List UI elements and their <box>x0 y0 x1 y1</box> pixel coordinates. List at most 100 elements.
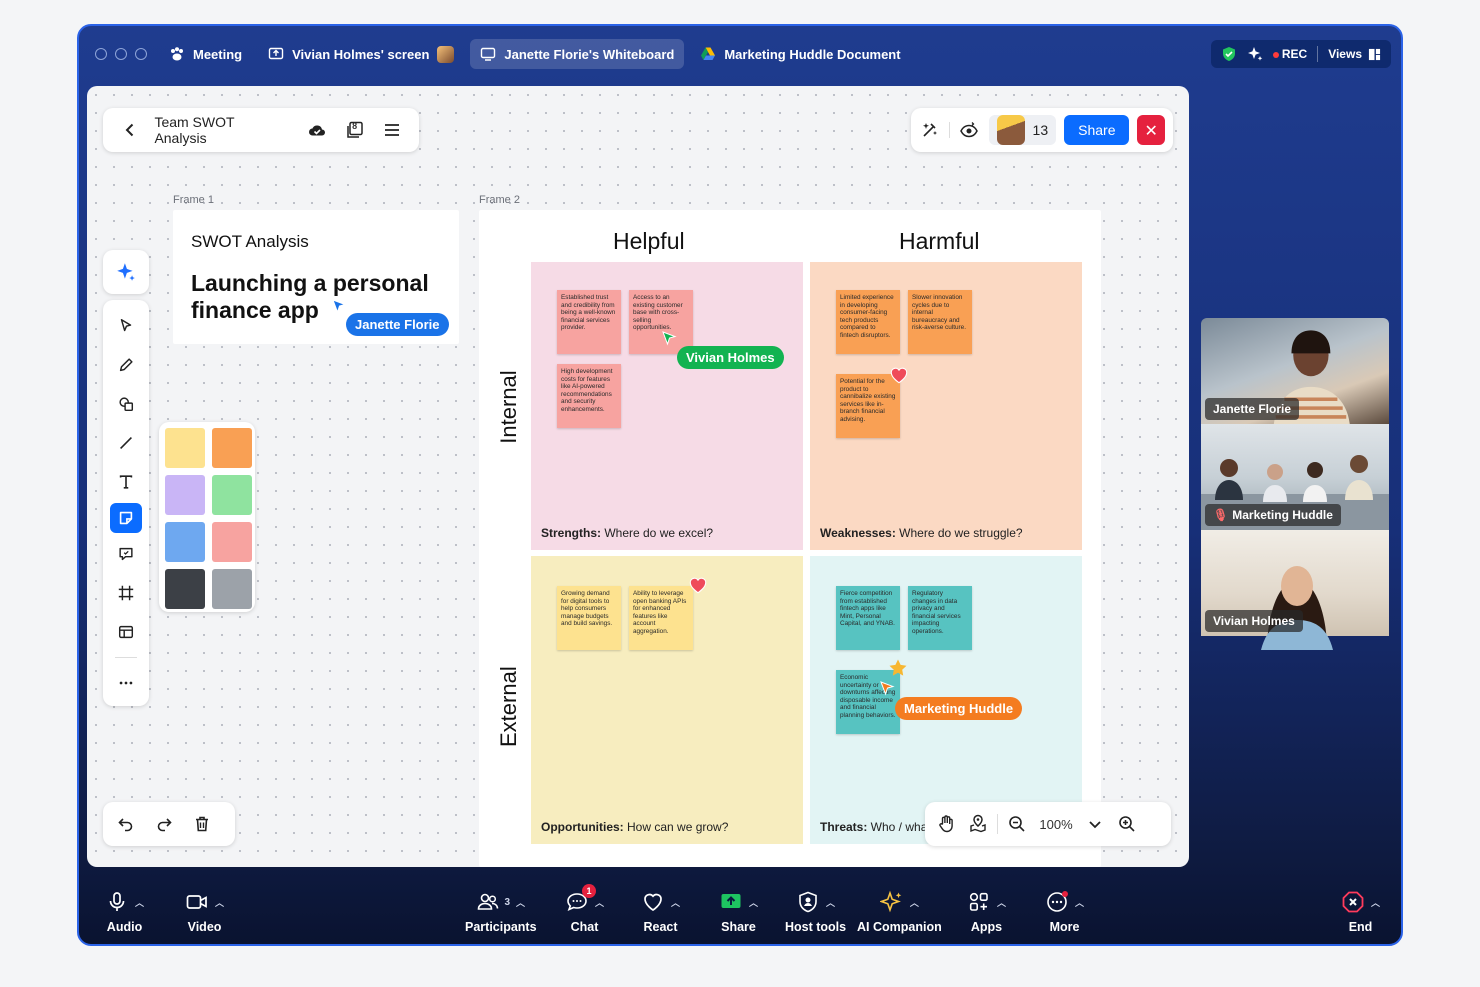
ai-companion-button[interactable]: ︿ AI Companion <box>857 888 942 934</box>
zoom-controls: 100% <box>925 802 1171 846</box>
sticky-note[interactable]: Fierce competition from established fint… <box>836 586 900 650</box>
audio-button[interactable]: ︿ Audio <box>105 888 144 934</box>
sparkle-icon[interactable] <box>1247 46 1263 62</box>
views-label: Views <box>1328 47 1362 61</box>
zoom-in-button[interactable] <box>1114 811 1140 837</box>
chevron-up-icon[interactable]: ︿ <box>671 896 680 909</box>
chevron-up-icon[interactable]: ︿ <box>749 896 758 909</box>
color-swatch[interactable] <box>165 569 205 609</box>
color-swatch[interactable] <box>212 428 252 468</box>
chevron-up-icon[interactable]: ︿ <box>826 896 835 909</box>
follow-view-button[interactable] <box>958 117 980 143</box>
tab-screen-share[interactable]: Vivian Holmes' screen <box>258 39 464 69</box>
ai-tools-button[interactable] <box>919 117 941 143</box>
pen-tool[interactable] <box>110 347 142 383</box>
frame-2-swot-grid[interactable]: Helpful Harmful Internal External Establ… <box>479 210 1101 867</box>
ai-assist-button[interactable] <box>103 250 149 294</box>
end-icon-wrap: ︿ <box>1341 888 1380 916</box>
more-tools-button[interactable] <box>110 665 142 701</box>
shapes-tool[interactable] <box>110 386 142 422</box>
sticky-note[interactable]: Growing demand for digital tools to help… <box>557 586 621 650</box>
template-icon <box>118 625 134 639</box>
quadrant-strengths[interactable]: Established trust and credibility from b… <box>531 262 803 550</box>
video-tile-vivian[interactable]: Vivian Holmes <box>1201 530 1389 650</box>
react-button[interactable]: ︿ React <box>641 888 680 934</box>
chevron-up-icon[interactable]: ︿ <box>215 896 224 909</box>
whiteboard-canvas[interactable]: Team SWOT Analysis 8 13 Share ✕ Frame 1 … <box>87 86 1189 867</box>
close-window-button[interactable] <box>95 48 107 60</box>
video-tile-janette[interactable]: Janette Florie <box>1201 318 1389 424</box>
sticky-note[interactable]: Slower innovation cycles due to internal… <box>908 290 972 354</box>
color-swatch[interactable] <box>165 522 205 562</box>
sticky-note[interactable]: Established trust and credibility from b… <box>557 290 621 354</box>
sticky-note[interactable]: Limited experience in developing consume… <box>836 290 900 354</box>
apps-button[interactable]: ︿ Apps <box>967 888 1006 934</box>
color-swatch[interactable] <box>165 428 205 468</box>
tab-document[interactable]: Marketing Huddle Document <box>690 39 910 69</box>
participants-button[interactable]: 3 ︿ Participants <box>465 888 537 934</box>
chevron-up-icon[interactable]: ︿ <box>135 896 144 909</box>
frame-tool[interactable] <box>110 575 142 611</box>
undo-button[interactable] <box>113 811 139 837</box>
chevron-up-icon[interactable]: ︿ <box>1075 896 1084 909</box>
caption-text: How can we grow? <box>623 820 729 834</box>
video-tile-marketing-huddle[interactable]: 🎙 Marketing Huddle <box>1201 424 1389 530</box>
sticky-note[interactable]: High development costs for features like… <box>557 364 621 428</box>
sticky-note[interactable]: Regulatory changes in data privacy and f… <box>908 586 972 650</box>
close-whiteboard-button[interactable]: ✕ <box>1137 115 1165 145</box>
more-button[interactable]: ︿ More <box>1045 888 1084 934</box>
divider <box>997 814 998 834</box>
whiteboard-title[interactable]: Team SWOT Analysis <box>154 114 286 146</box>
cloud-save-button[interactable] <box>305 117 330 143</box>
templates-tool[interactable] <box>110 614 142 650</box>
host-tools-button[interactable]: ︿ Host tools <box>785 888 846 934</box>
row-heading-internal: Internal <box>496 370 521 444</box>
views-button[interactable]: Views <box>1328 47 1381 61</box>
share-screen-button[interactable]: ︿ Share <box>719 888 758 934</box>
participant-name: Janette Florie <box>1205 398 1300 420</box>
video-button[interactable]: ︿ Video <box>185 888 224 934</box>
color-swatch[interactable] <box>165 475 205 515</box>
column-heading-helpful: Helpful <box>613 228 685 254</box>
end-meeting-button[interactable]: ︿ End <box>1341 888 1380 934</box>
participants-chip[interactable]: 13 <box>988 115 1057 145</box>
maximize-window-button[interactable] <box>135 48 147 60</box>
chevron-up-icon[interactable]: ︿ <box>1371 896 1380 909</box>
tab-meeting[interactable]: Meeting <box>159 39 252 69</box>
pages-button[interactable]: 8 <box>342 117 367 143</box>
comment-tool[interactable] <box>110 536 142 572</box>
zoom-out-button[interactable] <box>1004 811 1030 837</box>
pan-tool-button[interactable] <box>933 811 959 837</box>
delete-button[interactable] <box>189 811 215 837</box>
share-button[interactable]: Share <box>1064 115 1130 145</box>
quadrant-weaknesses[interactable]: Limited experience in developing consume… <box>810 262 1082 550</box>
text-tool[interactable] <box>110 464 142 500</box>
cursor-arrow-icon <box>662 331 677 346</box>
chevron-up-icon[interactable]: ︿ <box>910 896 919 909</box>
quadrant-opportunities[interactable]: Growing demand for digital tools to help… <box>531 556 803 844</box>
chat-button[interactable]: 1 ︿ Chat <box>565 884 604 934</box>
tab-whiteboard[interactable]: Janette Florie's Whiteboard <box>470 39 685 69</box>
chevron-up-icon[interactable]: ︿ <box>997 896 1006 909</box>
sticky-note-tool[interactable] <box>110 503 142 533</box>
drive-icon <box>701 47 716 60</box>
back-button[interactable] <box>117 117 142 143</box>
minimize-window-button[interactable] <box>115 48 127 60</box>
avatar <box>437 45 455 63</box>
menu-button[interactable] <box>380 117 405 143</box>
color-swatch[interactable] <box>212 475 252 515</box>
color-swatch[interactable] <box>212 569 252 609</box>
line-tool[interactable] <box>110 425 142 461</box>
ai-companion-label: AI Companion <box>857 920 942 934</box>
color-swatch[interactable] <box>212 522 252 562</box>
select-tool[interactable] <box>110 308 142 344</box>
meeting-window: Meeting Vivian Holmes' screen Janette Fl… <box>77 24 1403 946</box>
chevron-up-icon[interactable]: ︿ <box>516 896 525 909</box>
zoom-level[interactable]: 100% <box>1036 817 1076 832</box>
zoom-menu-button[interactable] <box>1082 811 1108 837</box>
chevron-up-icon[interactable]: ︿ <box>595 896 604 909</box>
sticky-note[interactable]: Ability to leverage open banking APIs fo… <box>629 586 693 650</box>
minimap-button[interactable] <box>965 811 991 837</box>
redo-button[interactable] <box>151 811 177 837</box>
video-gallery: Janette Florie 🎙 Marketing Huddle Vivian … <box>1201 318 1389 650</box>
